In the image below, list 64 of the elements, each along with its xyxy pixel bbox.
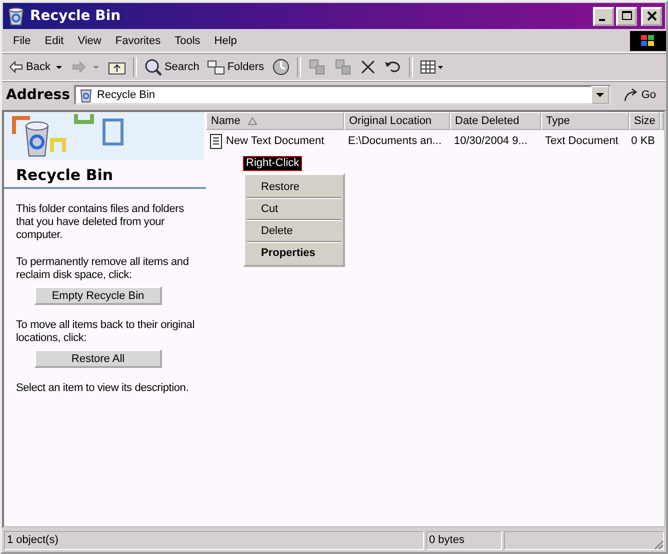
table-cell: 0 KB	[631, 135, 655, 147]
menu-item[interactable]: Cut	[245, 199, 343, 219]
status-text: 1 object(s)	[4, 530, 424, 550]
close-icon	[646, 11, 656, 21]
resize-grip-icon[interactable]	[652, 538, 664, 550]
address-field[interactable]: Recycle Bin	[74, 85, 612, 105]
search-button[interactable]: Search	[140, 56, 204, 78]
sort-arrow-icon	[248, 117, 258, 125]
window-title: Recycle Bin	[30, 8, 122, 24]
copy-to-icon	[334, 58, 352, 76]
text-document-icon	[210, 133, 222, 149]
views-icon	[420, 60, 444, 74]
pane-instruction: To permanently remove all items and reclaim disk space, click:	[16, 256, 190, 282]
callout-label: Right-Click	[243, 156, 302, 171]
menu-item[interactable]: Edit	[38, 35, 71, 47]
menu-item[interactable]: Tools	[168, 35, 208, 47]
forward-arrow-icon	[71, 60, 88, 74]
pane-hint: Select an item to view its description.	[16, 382, 190, 395]
windows-logo	[630, 31, 666, 51]
pane-title: Recycle Bin	[4, 160, 206, 189]
caret-icon	[596, 91, 604, 99]
back-arrow-icon	[8, 60, 24, 74]
move-to-icon	[308, 58, 326, 76]
dropdown-button[interactable]	[591, 86, 610, 104]
recycle-bin-icon	[78, 87, 94, 103]
column-header[interactable]: Type	[541, 112, 629, 130]
undo-icon	[384, 60, 402, 74]
go-arrow-icon	[623, 87, 640, 103]
maximize-icon	[622, 11, 632, 21]
caret-icon	[92, 63, 100, 71]
delete-icon	[360, 59, 376, 75]
table-cell: 10/30/2004 9...	[454, 135, 528, 147]
menu-item[interactable]: Favorites	[108, 35, 168, 47]
pane-button[interactable]: Empty Recycle Bin	[34, 286, 162, 305]
pane-description: This folder contains files and folders that you have deleted from your computer.	[16, 203, 185, 242]
minimize-icon	[599, 18, 605, 20]
back-button[interactable]: Back	[4, 56, 68, 78]
status-text: 0 bytes	[426, 530, 502, 550]
pane-instruction: To move all items back to their original locations, click:	[16, 319, 196, 345]
go-button[interactable]: Go	[615, 87, 662, 103]
pane-button[interactable]: Restore All	[34, 349, 162, 368]
folders-button[interactable]: Folders	[203, 56, 268, 78]
column-header[interactable]: Size	[629, 112, 660, 130]
menu-item[interactable]: Delete	[245, 221, 343, 241]
column-header[interactable]: Original Location	[344, 112, 450, 130]
address-label: Address	[6, 87, 70, 103]
table-cell: Text Document	[545, 135, 618, 147]
minimize-button[interactable]	[593, 6, 614, 26]
clock-icon	[272, 58, 290, 76]
menu-item[interactable]: Restore	[245, 177, 343, 197]
search-icon	[144, 58, 162, 76]
table-cell: E:\Documents an...	[348, 135, 442, 147]
menu-item[interactable]: File	[6, 35, 38, 47]
column-header[interactable]: Name	[206, 112, 344, 130]
close-button[interactable]	[641, 6, 662, 26]
table-cell[interactable]: New Text Document	[226, 135, 324, 147]
folders-icon	[207, 59, 226, 75]
menu-item[interactable]: Properties	[245, 243, 343, 263]
column-header[interactable]: Date Deleted	[450, 112, 541, 130]
menu-item[interactable]: Help	[207, 35, 244, 47]
menu-item[interactable]: View	[70, 35, 108, 47]
recycle-bin-icon	[6, 6, 26, 26]
maximize-button[interactable]	[616, 6, 637, 26]
caret-icon	[55, 63, 64, 71]
